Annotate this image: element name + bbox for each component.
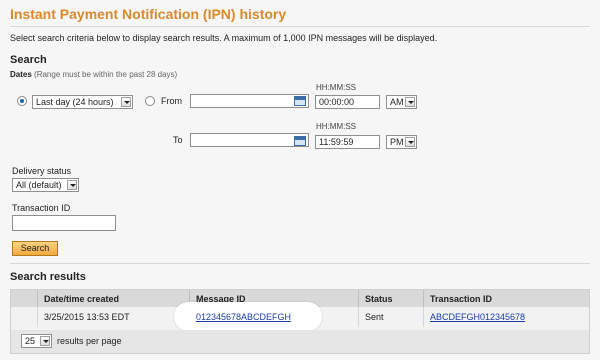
to-time-format: HH:MM:SS bbox=[316, 122, 356, 131]
from-label: From bbox=[161, 96, 182, 106]
chevron-down-icon bbox=[40, 336, 50, 346]
dates-hint: (Range must be within the past 28 days) bbox=[34, 70, 178, 79]
delivery-status-value: All (default) bbox=[16, 180, 62, 190]
to-time-input[interactable]: 11:59:59 bbox=[315, 135, 380, 149]
delivery-status-label: Delivery status bbox=[12, 166, 72, 176]
from-time-format: HH:MM:SS bbox=[316, 83, 356, 92]
delivery-status-select[interactable]: All (default) bbox=[12, 178, 79, 192]
chevron-down-icon bbox=[121, 97, 131, 107]
col-status[interactable]: Status bbox=[358, 290, 424, 307]
per-page-label: results per page bbox=[57, 336, 122, 346]
search-button[interactable]: Search bbox=[12, 241, 58, 256]
page-title: Instant Payment Notification (IPN) histo… bbox=[10, 6, 287, 22]
table-row: 3/25/2015 13:53 EDT 012345678ABCDEFGH Se… bbox=[11, 302, 589, 331]
per-page-select[interactable]: 25 bbox=[21, 334, 52, 348]
message-id-link[interactable]: 012345678ABCDEFGH bbox=[196, 312, 291, 322]
dates-label: Dates (Range must be within the past 28 … bbox=[10, 70, 177, 79]
col-transaction-id[interactable]: Transaction ID bbox=[423, 290, 589, 307]
chevron-down-icon bbox=[405, 97, 415, 107]
radio-last-day[interactable] bbox=[17, 96, 27, 106]
from-ampm-select[interactable]: AM bbox=[386, 95, 417, 109]
calendar-icon[interactable] bbox=[294, 136, 306, 146]
range-select[interactable]: Last day (24 hours) bbox=[32, 95, 133, 109]
row-spacer bbox=[11, 307, 38, 327]
range-select-value: Last day (24 hours) bbox=[36, 97, 114, 107]
to-date-input[interactable] bbox=[190, 133, 309, 147]
results-panel: Date/time created Message ID Status Tran… bbox=[10, 289, 590, 354]
from-date-input[interactable] bbox=[190, 94, 309, 108]
dates-label-text: Dates bbox=[10, 70, 32, 79]
to-ampm-select[interactable]: PM bbox=[386, 135, 417, 149]
chevron-down-icon bbox=[67, 180, 77, 190]
col-date-time[interactable]: Date/time created bbox=[37, 290, 190, 307]
transaction-id-input[interactable] bbox=[12, 215, 116, 231]
cell-message-id: 012345678ABCDEFGH bbox=[174, 302, 359, 331]
per-page-value: 25 bbox=[25, 336, 36, 346]
from-time-input[interactable]: 00:00:00 bbox=[315, 95, 380, 109]
intro-text: Select search criteria below to display … bbox=[10, 33, 438, 43]
search-heading: Search bbox=[10, 54, 47, 66]
title-divider bbox=[10, 26, 590, 27]
pager-bar: 25 results per page bbox=[11, 330, 589, 353]
radio-from[interactable] bbox=[145, 96, 155, 106]
transaction-id-label: Transaction ID bbox=[12, 203, 71, 213]
cell-transaction-id: ABCDEFGH012345678 bbox=[423, 307, 589, 327]
chevron-down-icon bbox=[405, 137, 415, 147]
transaction-id-link[interactable]: ABCDEFGH012345678 bbox=[430, 312, 525, 322]
cell-date-time: 3/25/2015 13:53 EDT bbox=[37, 307, 190, 327]
header-spacer bbox=[11, 290, 38, 307]
to-ampm-value: PM bbox=[390, 137, 404, 147]
results-heading: Search results bbox=[10, 271, 86, 283]
to-label: To bbox=[173, 135, 183, 145]
cell-status: Sent bbox=[358, 307, 424, 327]
calendar-icon[interactable] bbox=[294, 96, 306, 106]
results-table: Date/time created Message ID Status Tran… bbox=[11, 290, 589, 331]
section-divider bbox=[10, 263, 590, 264]
from-ampm-value: AM bbox=[390, 97, 404, 107]
